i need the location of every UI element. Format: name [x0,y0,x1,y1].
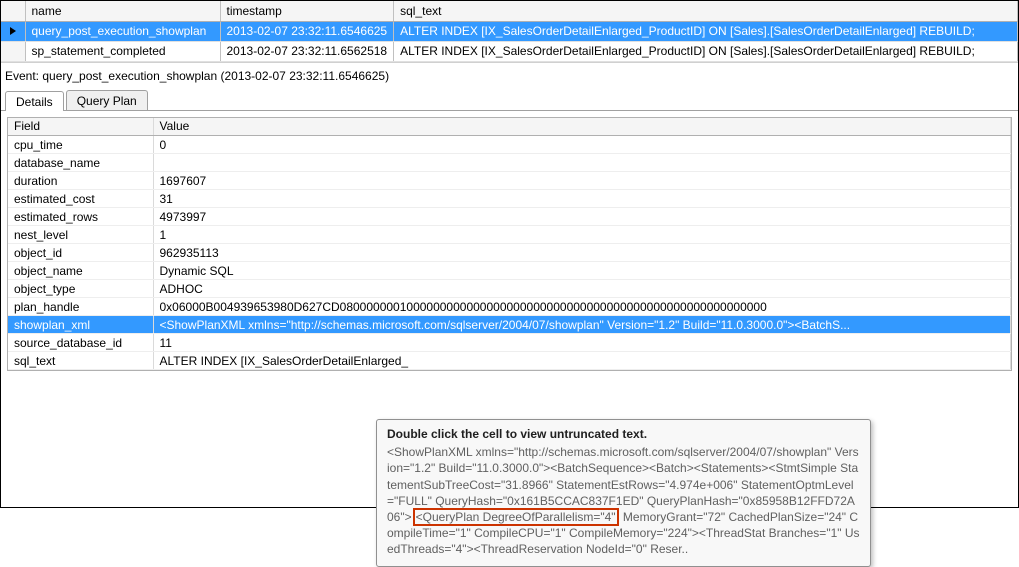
details-field[interactable]: database_name [8,154,153,172]
details-value[interactable]: 31 [153,190,1011,208]
details-row[interactable]: object_typeADHOC [8,280,1011,298]
details-field[interactable]: duration [8,172,153,190]
details-field[interactable]: nest_level [8,226,153,244]
event-row[interactable]: sp_statement_completed 2013-02-07 23:32:… [1,41,1018,61]
details-row[interactable]: duration1697607 [8,172,1011,190]
tooltip: Double click the cell to view untruncate… [376,419,871,567]
details-field[interactable]: sql_text [8,352,153,370]
details-value[interactable]: 11 [153,334,1011,352]
details-row[interactable]: database_name [8,154,1011,172]
cell-timestamp[interactable]: 2013-02-07 23:32:11.6562518 [220,41,394,61]
details-value[interactable]: 0 [153,136,1011,154]
details-value[interactable]: ALTER INDEX [IX_SalesOrderDetailEnlarged… [153,352,1011,370]
details-row[interactable]: source_database_id11 [8,334,1011,352]
col-header-field[interactable]: Field [8,118,153,136]
cell-timestamp[interactable]: 2013-02-07 23:32:11.6546625 [220,21,394,41]
details-field[interactable]: estimated_rows [8,208,153,226]
details-value[interactable]: 1697607 [153,172,1011,190]
details-row[interactable]: nest_level1 [8,226,1011,244]
event-summary-label: Event: query_post_execution_showplan (20… [1,62,1018,89]
details-field[interactable]: plan_handle [8,298,153,316]
details-value[interactable]: <ShowPlanXML xmlns="http://schemas.micro… [153,316,1011,334]
col-header-timestamp[interactable]: timestamp [220,1,394,21]
cell-sqltext[interactable]: ALTER INDEX [IX_SalesOrderDetailEnlarged… [394,21,1018,41]
details-row[interactable]: object_id962935113 [8,244,1011,262]
details-field[interactable]: cpu_time [8,136,153,154]
cell-name[interactable]: query_post_execution_showplan [25,21,220,41]
tabs: Details Query Plan [1,89,1018,111]
event-row[interactable]: query_post_execution_showplan 2013-02-07… [1,21,1018,41]
events-grid-header: name timestamp sql_text [1,1,1018,21]
details-field[interactable]: estimated_cost [8,190,153,208]
details-grid[interactable]: Field Value cpu_time0database_namedurati… [8,118,1011,371]
cell-sqltext[interactable]: ALTER INDEX [IX_SalesOrderDetailEnlarged… [394,41,1018,61]
details-value[interactable]: 1 [153,226,1011,244]
row-selector-icon[interactable] [1,21,25,41]
col-header-name[interactable]: name [25,1,220,21]
row-gutter-header [1,1,25,21]
details-row[interactable]: sql_textALTER INDEX [IX_SalesOrderDetail… [8,352,1011,370]
details-row[interactable]: cpu_time0 [8,136,1011,154]
tooltip-highlight: <QueryPlan DegreeOfParallelism="4" [413,508,619,526]
details-value[interactable]: 4973997 [153,208,1011,226]
row-selector[interactable] [1,41,25,61]
tab-query-plan[interactable]: Query Plan [66,90,148,110]
details-field[interactable]: source_database_id [8,334,153,352]
details-row[interactable]: showplan_xml<ShowPlanXML xmlns="http://s… [8,316,1011,334]
details-panel: Field Value cpu_time0database_namedurati… [7,117,1012,372]
details-field[interactable]: object_type [8,280,153,298]
col-header-sqltext[interactable]: sql_text [394,1,1018,21]
details-value[interactable]: 962935113 [153,244,1011,262]
details-row[interactable]: plan_handle0x06000B004939653980D627CD080… [8,298,1011,316]
details-value[interactable]: ADHOC [153,280,1011,298]
details-value[interactable]: 0x06000B004939653980D627CD08000000010000… [153,298,1011,316]
tooltip-title: Double click the cell to view untruncate… [387,426,860,442]
details-row[interactable]: object_nameDynamic SQL [8,262,1011,280]
details-field[interactable]: object_id [8,244,153,262]
events-grid[interactable]: name timestamp sql_text query_post_execu… [1,1,1018,62]
details-field[interactable]: object_name [8,262,153,280]
col-header-value[interactable]: Value [153,118,1011,136]
details-grid-header: Field Value [8,118,1011,136]
details-row[interactable]: estimated_rows4973997 [8,208,1011,226]
details-row[interactable]: estimated_cost31 [8,190,1011,208]
details-value[interactable] [153,154,1011,172]
cell-name[interactable]: sp_statement_completed [25,41,220,61]
details-value[interactable]: Dynamic SQL [153,262,1011,280]
details-field[interactable]: showplan_xml [8,316,153,334]
tab-details[interactable]: Details [5,91,64,111]
